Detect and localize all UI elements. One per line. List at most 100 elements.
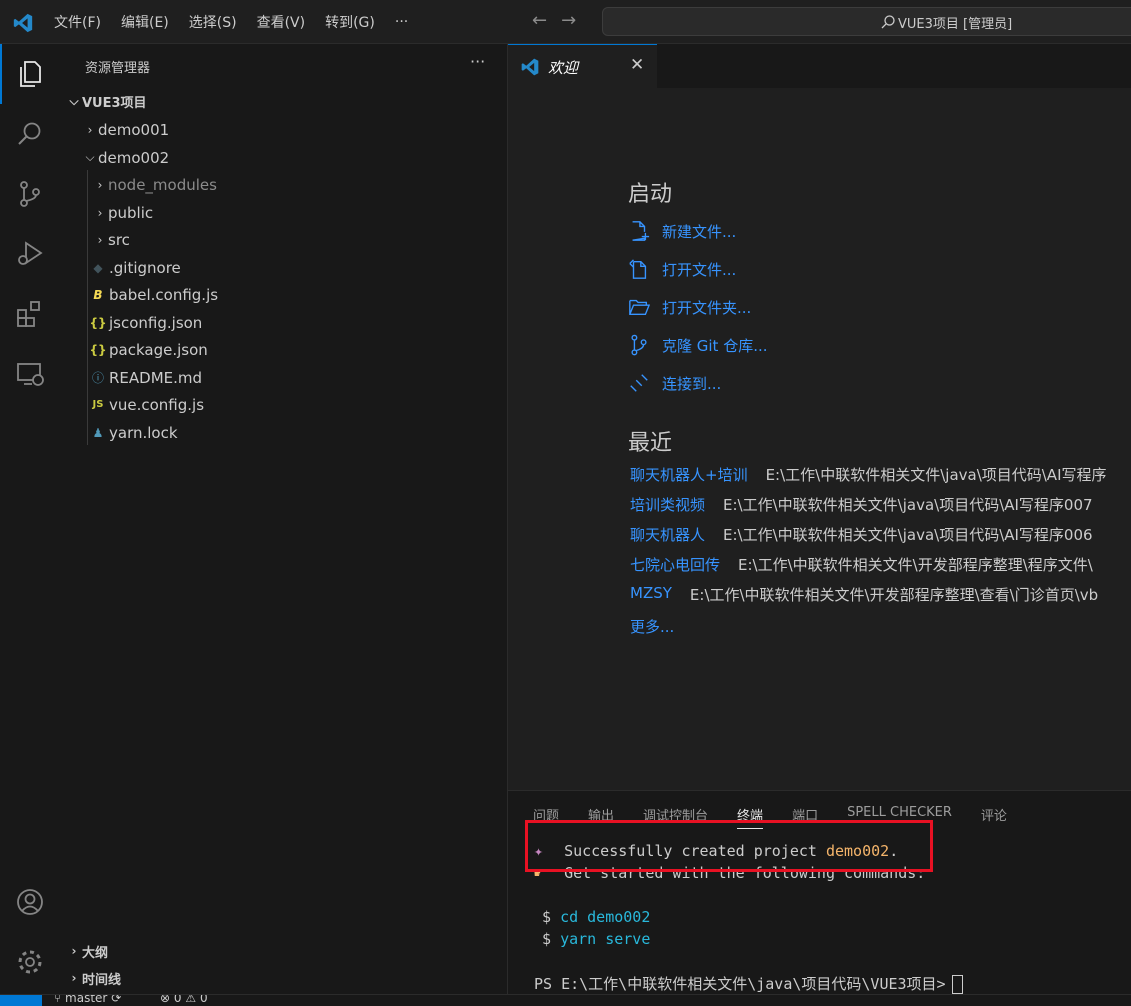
json-icon: {} xyxy=(89,342,107,357)
chevron-right-icon: › xyxy=(97,205,103,220)
editor-tab-bar: 欢迎 ✕ xyxy=(508,44,1131,88)
menu-go[interactable]: 转到(G) xyxy=(315,12,385,32)
remote-explorer-icon[interactable] xyxy=(14,358,46,390)
chevron-right-icon: › xyxy=(97,177,103,192)
tree-folder-node-modules[interactable]: › node_modules xyxy=(60,171,508,198)
search-icon xyxy=(881,15,895,29)
remote-connect-icon xyxy=(630,374,648,392)
tree-file-package-json[interactable]: {} package.json xyxy=(60,336,508,363)
tab-welcome[interactable]: 欢迎 ✕ xyxy=(508,44,657,88)
tab-comments[interactable]: 评论 xyxy=(981,805,1007,829)
terminal-prompt: PS E:\工作\中联软件相关文件\java\项目代码\VUE3项目> xyxy=(534,973,963,994)
error-icon: ⊗ xyxy=(160,994,171,1005)
extensions-icon[interactable] xyxy=(14,298,46,330)
recent-name[interactable]: 聊天机器人+培训 xyxy=(630,464,748,488)
menu-more-button[interactable]: ··· xyxy=(385,14,418,30)
outline-section[interactable]: › 大纲 xyxy=(60,938,508,964)
tree-file-babel-config[interactable]: B babel.config.js xyxy=(60,281,508,308)
tree-folder-src[interactable]: › src xyxy=(60,226,508,253)
recent-item[interactable]: 培训类视频 E:\工作\中联软件相关文件\java\项目代码\AI写程序007 xyxy=(630,494,1093,518)
search-label: VUE3项目 [管理员] xyxy=(898,17,1013,32)
git-icon: ◆ xyxy=(93,260,103,275)
workspace-root[interactable]: ⌵ VUE3项目 xyxy=(60,88,508,115)
account-icon[interactable] xyxy=(14,886,46,918)
back-arrow-icon[interactable]: ← xyxy=(532,10,547,31)
js-icon: JS xyxy=(92,399,104,410)
tree-file-jsconfig[interactable]: {} jsconfig.json xyxy=(60,309,508,336)
new-file-link[interactable]: 新建文件... xyxy=(628,217,736,245)
tree-folder-public[interactable]: › public xyxy=(60,199,508,226)
more-recent-link[interactable]: 更多... xyxy=(630,616,674,637)
chevron-right-icon: › xyxy=(87,122,93,137)
highlight-box xyxy=(525,820,933,872)
vscode-logo-icon xyxy=(13,13,33,33)
explorer-sidebar: 资源管理器 ··· ⌵ VUE3项目 › demo001 ⌵ demo002 ›… xyxy=(60,44,508,994)
menu-file[interactable]: 文件(F) xyxy=(44,12,111,32)
search-view-icon[interactable] xyxy=(14,118,46,150)
recent-heading: 最近 xyxy=(628,431,673,456)
tab-label: 欢迎 xyxy=(548,59,579,77)
run-debug-icon[interactable] xyxy=(14,238,46,270)
timeline-label: 时间线 xyxy=(82,972,122,988)
recent-path: E:\工作\中联软件相关文件\开发部程序整理\程序文件\ xyxy=(738,556,1093,574)
title-bar: 文件(F) 编辑(E) 选择(S) 查看(V) 转到(G) ··· ← → VU… xyxy=(0,0,1131,44)
tree-item-label: src xyxy=(108,230,130,249)
active-indicator xyxy=(0,44,2,104)
open-file-link[interactable]: 打开文件... xyxy=(628,255,736,283)
command-serve: yarn serve xyxy=(560,930,651,948)
start-heading: 启动 xyxy=(628,182,673,207)
source-control-icon[interactable] xyxy=(14,178,46,210)
info-icon: ⓘ xyxy=(91,371,104,385)
recent-path: E:\工作\中联软件相关文件\java\项目代码\AI写程序 xyxy=(765,466,1107,484)
chevron-down-icon: ⌵ xyxy=(85,150,95,164)
recent-name[interactable]: MZSY xyxy=(630,584,672,608)
forward-arrow-icon[interactable]: → xyxy=(561,10,576,31)
connect-to-link[interactable]: 连接到... xyxy=(628,369,721,397)
open-folder-link[interactable]: 打开文件夹... xyxy=(628,293,751,321)
babel-icon: B xyxy=(93,287,103,302)
recent-item[interactable]: MZSY E:\工作\中联软件相关文件\开发部程序整理\查看\门诊首页\vb xyxy=(630,584,1098,608)
json-icon: {} xyxy=(89,315,107,330)
command-center-search[interactable]: VUE3项目 [管理员] xyxy=(602,7,1131,36)
tree-file-yarn-lock[interactable]: ♟ yarn.lock xyxy=(60,419,508,446)
recent-item[interactable]: 聊天机器人 E:\工作\中联软件相关文件\java\项目代码\AI写程序006 xyxy=(630,524,1093,548)
recent-name[interactable]: 七院心电回传 xyxy=(630,554,720,578)
tree-item-label: node_modules xyxy=(108,175,217,194)
chevron-right-icon: › xyxy=(71,944,77,958)
tree-item-label: public xyxy=(108,203,154,222)
prompt-text: PS E:\工作\中联软件相关文件\java\项目代码\VUE3项目> xyxy=(534,975,946,993)
recent-name[interactable]: 培训类视频 xyxy=(630,494,705,518)
timeline-section[interactable]: › 时间线 xyxy=(60,965,508,991)
tree-file-vue-config[interactable]: JS vue.config.js xyxy=(60,391,508,418)
warning-count: 0 xyxy=(199,994,208,1005)
error-count: 0 xyxy=(173,994,182,1005)
clone-git-label: 克隆 Git 仓库... xyxy=(662,336,768,355)
vscode-logo-icon xyxy=(521,58,539,76)
explorer-icon[interactable] xyxy=(14,58,46,90)
recent-item[interactable]: 七院心电回传 E:\工作\中联软件相关文件\开发部程序整理\程序文件\ xyxy=(630,554,1093,578)
menu-view[interactable]: 查看(V) xyxy=(247,12,316,32)
explorer-more-button[interactable]: ··· xyxy=(470,52,485,71)
welcome-page: 启动 新建文件... 打开文件... 打开文件夹... 克隆 Git 仓库... xyxy=(508,88,1131,790)
close-icon[interactable]: ✕ xyxy=(630,55,644,75)
menu-edit[interactable]: 编辑(E) xyxy=(111,12,179,32)
settings-gear-icon[interactable] xyxy=(14,946,46,978)
tree-file-readme[interactable]: ⓘ README.md xyxy=(60,364,508,391)
tree-item-label: .gitignore xyxy=(109,258,181,277)
new-file-icon xyxy=(632,221,650,241)
clone-git-link[interactable]: 克隆 Git 仓库... xyxy=(628,331,768,359)
new-file-label: 新建文件... xyxy=(662,222,737,241)
tree-file-gitignore[interactable]: ◆ .gitignore xyxy=(60,254,508,281)
tree-folder-demo002[interactable]: ⌵ demo002 xyxy=(60,144,508,171)
menu-bar: 文件(F) 编辑(E) 选择(S) 查看(V) 转到(G) ··· xyxy=(44,0,418,44)
menu-selection[interactable]: 选择(S) xyxy=(179,12,247,32)
recent-name[interactable]: 聊天机器人 xyxy=(630,524,705,548)
tree-folder-demo001[interactable]: › demo001 xyxy=(60,116,508,143)
git-branch-icon xyxy=(631,334,647,356)
warning-icon: ⚠ xyxy=(185,994,197,1005)
recent-item[interactable]: 聊天机器人+培训 E:\工作\中联软件相关文件\java\项目代码\AI写程序 xyxy=(630,464,1107,488)
branch-indicator[interactable]: ⑂ master ⟳ xyxy=(54,995,121,1005)
tree-item-label: babel.config.js xyxy=(109,285,219,304)
remote-indicator[interactable] xyxy=(0,995,42,1006)
problems-indicator[interactable]: ⊗ 0 ⚠ 0 xyxy=(160,994,208,1005)
